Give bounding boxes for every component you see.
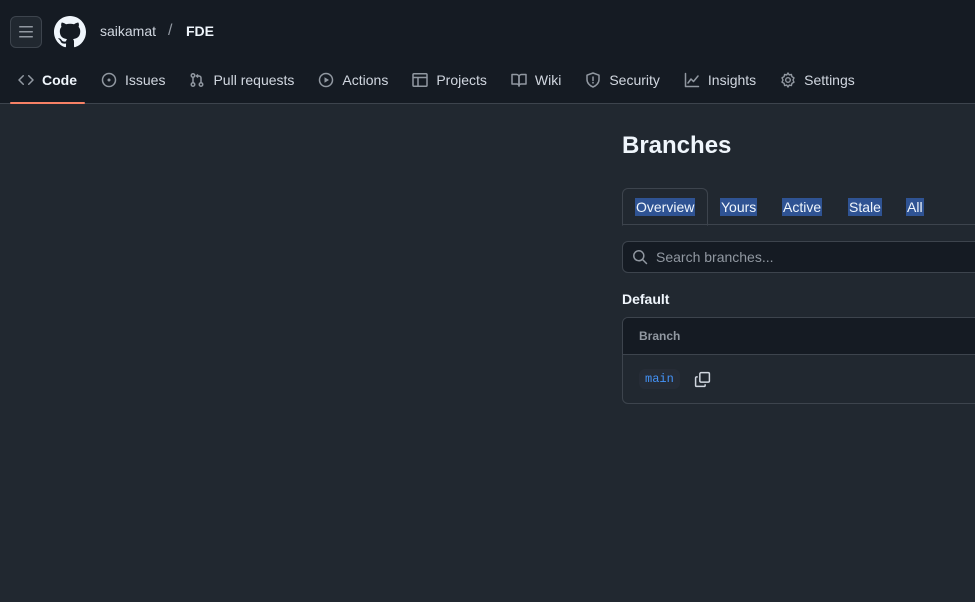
tab-label: Security [609, 72, 660, 88]
tab-code[interactable]: Code [10, 64, 85, 104]
tab-label: Pull requests [213, 72, 295, 88]
subtab-label: Stale [848, 197, 882, 216]
subtab-label: All [906, 197, 924, 216]
tab-label: Wiki [534, 72, 562, 88]
tab-actions[interactable]: Actions [310, 64, 396, 96]
subtab-active[interactable]: Active [782, 188, 823, 225]
tab-pull-requests[interactable]: Pull requests [181, 64, 302, 96]
table-header: Branch [623, 318, 975, 355]
subtab-all[interactable]: All [906, 188, 924, 225]
tab-insights[interactable]: Insights [676, 64, 764, 96]
tab-label: Insights [707, 72, 757, 88]
gear-icon [781, 72, 795, 88]
branch-name-link[interactable]: main [639, 369, 680, 389]
graph-icon [684, 72, 700, 88]
tab-label: Projects [436, 72, 487, 88]
default-branch-table: Branch main [622, 317, 975, 404]
subtab-label: Overview [635, 198, 696, 216]
breadcrumb-repo-link[interactable]: FDE [186, 23, 214, 39]
table-icon [412, 73, 429, 87]
copy-icon [694, 371, 710, 387]
repo-header: saikamat / FDE Code Issues Pull requests… [0, 0, 975, 104]
copy-branch-name-button[interactable] [694, 371, 711, 388]
tab-label: Settings [804, 72, 855, 88]
tab-label: Actions [342, 72, 389, 88]
table-row: main [623, 355, 975, 403]
breadcrumb-owner-link[interactable]: saikamat [100, 23, 156, 39]
page-title: Branches [622, 132, 732, 159]
default-section-title: Default [622, 291, 670, 307]
subtab-overview[interactable]: Overview [622, 188, 708, 226]
issue-opened-icon [101, 72, 117, 88]
tab-label: Issues [125, 72, 166, 88]
repo-tab-nav: Code Issues Pull requests Actions Projec… [10, 64, 871, 104]
tab-issues[interactable]: Issues [93, 64, 173, 96]
top-bar: saikamat / FDE [0, 0, 975, 64]
subtab-yours[interactable]: Yours [720, 188, 758, 225]
book-icon [511, 73, 527, 87]
play-icon [319, 72, 334, 88]
git-pull-request-icon [190, 73, 204, 87]
search-icon [633, 250, 648, 265]
tab-security[interactable]: Security [577, 64, 668, 96]
breadcrumb-separator: / [168, 22, 173, 39]
tab-projects[interactable]: Projects [404, 64, 495, 96]
column-header-branch: Branch [639, 329, 681, 343]
shield-icon [586, 72, 601, 88]
subtab-stale[interactable]: Stale [848, 188, 882, 225]
branch-subnav: Overview Yours Active Stale All [622, 188, 975, 226]
subtab-label: Yours [720, 197, 758, 216]
github-logo-icon[interactable] [54, 16, 86, 48]
code-icon [18, 74, 34, 86]
search-branches-box [622, 241, 975, 273]
subtab-label: Active [782, 197, 823, 216]
tab-wiki[interactable]: Wiki [503, 64, 569, 96]
tab-label: Code [42, 72, 77, 88]
tab-settings[interactable]: Settings [772, 64, 863, 96]
three-bars-icon [19, 26, 33, 38]
search-branches-input[interactable] [656, 249, 956, 265]
hamburger-menu-button[interactable] [10, 16, 42, 48]
